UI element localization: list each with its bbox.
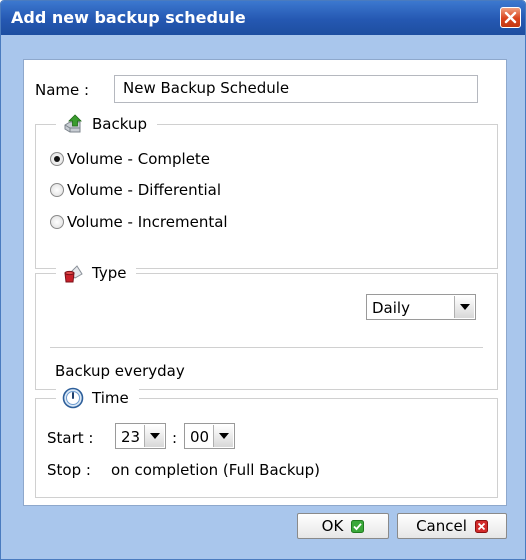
radio-button[interactable] [50, 183, 64, 197]
frequency-select[interactable]: Daily [366, 294, 476, 320]
type-divider [50, 347, 483, 348]
start-hour-value: 23 [121, 428, 141, 446]
radio-volume-incremental[interactable]: Volume - Incremental [50, 213, 228, 231]
frequency-value: Daily [372, 299, 410, 317]
name-input[interactable]: New Backup Schedule [114, 75, 478, 103]
backup-group-header: Backup [56, 113, 157, 135]
close-button[interactable] [500, 7, 521, 28]
cancel-label: Cancel [416, 517, 467, 535]
radio-button[interactable] [50, 152, 64, 166]
time-group-header: Time [56, 387, 139, 409]
clock-icon [62, 387, 84, 409]
stop-value: on completion (Full Backup) [111, 461, 321, 479]
close-x-icon [504, 11, 517, 24]
chevron-down-icon[interactable] [213, 425, 233, 447]
time-separator: : [172, 429, 178, 447]
bucket-icon [64, 265, 83, 283]
check-icon [351, 519, 365, 533]
ok-label: OK [321, 517, 344, 535]
backup-upload-icon [64, 114, 82, 133]
schedule-form-panel: Name : New Backup Schedule Backup Volume… [23, 59, 507, 506]
backup-schedule-dialog: Add new backup schedule Name : New Backu… [0, 0, 526, 560]
chevron-down-icon[interactable] [454, 296, 474, 318]
start-hour-select[interactable]: 23 [115, 423, 166, 449]
name-label: Name : [35, 81, 90, 99]
time-group: Time Start : 23 : 00 Stop : on completio… [35, 387, 498, 498]
type-group: Type Daily Backup everyday [35, 262, 498, 390]
type-legend: Type [92, 264, 127, 282]
start-minute-select[interactable]: 00 [184, 423, 235, 449]
start-label: Start : [47, 429, 94, 447]
chevron-down-icon[interactable] [144, 425, 164, 447]
radio-volume-complete[interactable]: Volume - Complete [50, 150, 210, 168]
start-minute-value: 00 [190, 428, 210, 446]
type-group-header: Type [56, 262, 137, 284]
cancel-x-icon [474, 519, 488, 533]
stop-label: Stop : [47, 461, 91, 479]
radio-label: Volume - Incremental [67, 213, 228, 231]
radio-volume-differential[interactable]: Volume - Differential [50, 181, 221, 199]
backup-legend: Backup [92, 115, 147, 133]
type-description: Backup everyday [55, 362, 185, 380]
backup-group: Backup Volume - Complete Volume - Differ… [35, 113, 498, 269]
dialog-title: Add new backup schedule [11, 8, 246, 27]
ok-button[interactable]: OK [297, 513, 389, 539]
cancel-button[interactable]: Cancel [397, 513, 507, 539]
dialog-titlebar[interactable]: Add new backup schedule [1, 1, 525, 35]
radio-button[interactable] [50, 215, 64, 229]
radio-label: Volume - Complete [67, 150, 211, 168]
radio-label: Volume - Differential [67, 181, 221, 199]
time-legend: Time [92, 389, 129, 407]
